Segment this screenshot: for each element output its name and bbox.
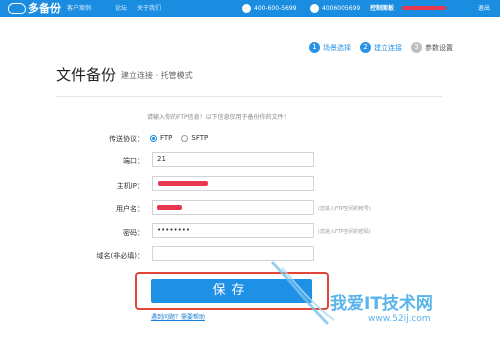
top-navigation-bar: 多备份 客户案例 论坛 关于我们 400-600-5699 4006005699… [0,0,500,17]
watermark-text: 我爱IT技术网 [330,294,433,314]
port-label: 端口： [123,157,144,165]
nav-link-about[interactable]: 关于我们 [137,0,161,17]
radio-sftp[interactable] [181,134,189,142]
protocol-label: 传送协议： [109,135,144,143]
control-panel-link[interactable]: 控制面板 [370,0,394,17]
username-note: (您进入FTP空间的帐号) [318,206,371,212]
form-hint: 请输入你的FTP信息！以下信息仅用于备份你的文件！ [147,114,290,121]
password-note: (您进入FTP空间的密码) [318,229,371,235]
step-number: 1 [309,42,320,53]
page-subtitle: 建立连接 · 托管模式 [121,71,193,80]
redacted-host [158,181,208,186]
radio-ftp[interactable] [150,134,157,142]
port-input[interactable]: 21 [152,152,314,167]
phone-number-1: 400-600-5699 [254,5,297,12]
title-divider [56,96,442,97]
page-title: 文件备份 [56,66,117,84]
watermark-url: www.52ij.com [368,314,431,324]
step-3: 3 参数设置 [411,42,453,53]
nav-link-cases[interactable]: 客户案例 [67,0,91,17]
logout-link[interactable]: 退出 [478,0,490,17]
step-1: 1 场景选择 [309,42,351,53]
progress-steps: 1 场景选择 2 建立连接 3 参数设置 [309,41,462,54]
logo-text: 多备份 [28,2,61,15]
cloud-icon [8,3,26,14]
redacted-username [402,6,446,10]
domain-label: 域名(非必填)： [96,252,144,260]
nav-link-forum[interactable]: 论坛 [115,0,127,17]
phone-icon [242,4,251,13]
step-label: 建立连接 [374,43,402,52]
password-input[interactable]: •••••••• [152,223,314,238]
step-2: 2 建立连接 [360,42,402,53]
password-label: 密码： [123,229,144,237]
phone-icon [310,4,319,13]
step-label: 场景选择 [323,43,351,52]
host-label: 主机IP： [116,182,144,190]
logo[interactable]: 多备份 [8,1,61,16]
phone-number-2: 4006005699 [322,5,361,12]
radio-ftp-label[interactable]: FTP [160,134,172,142]
step-number: 2 [360,42,371,53]
step-number: 3 [411,42,422,53]
help-link[interactable]: 遇到问题？需要帮助 [151,312,205,321]
redacted-username-value [157,205,182,210]
radio-sftp-label[interactable]: SFTP [191,134,208,142]
username-label: 用户名： [116,205,144,213]
protocol-radio-group: FTP SFTP [150,133,217,143]
step-label: 参数设置 [425,43,453,52]
